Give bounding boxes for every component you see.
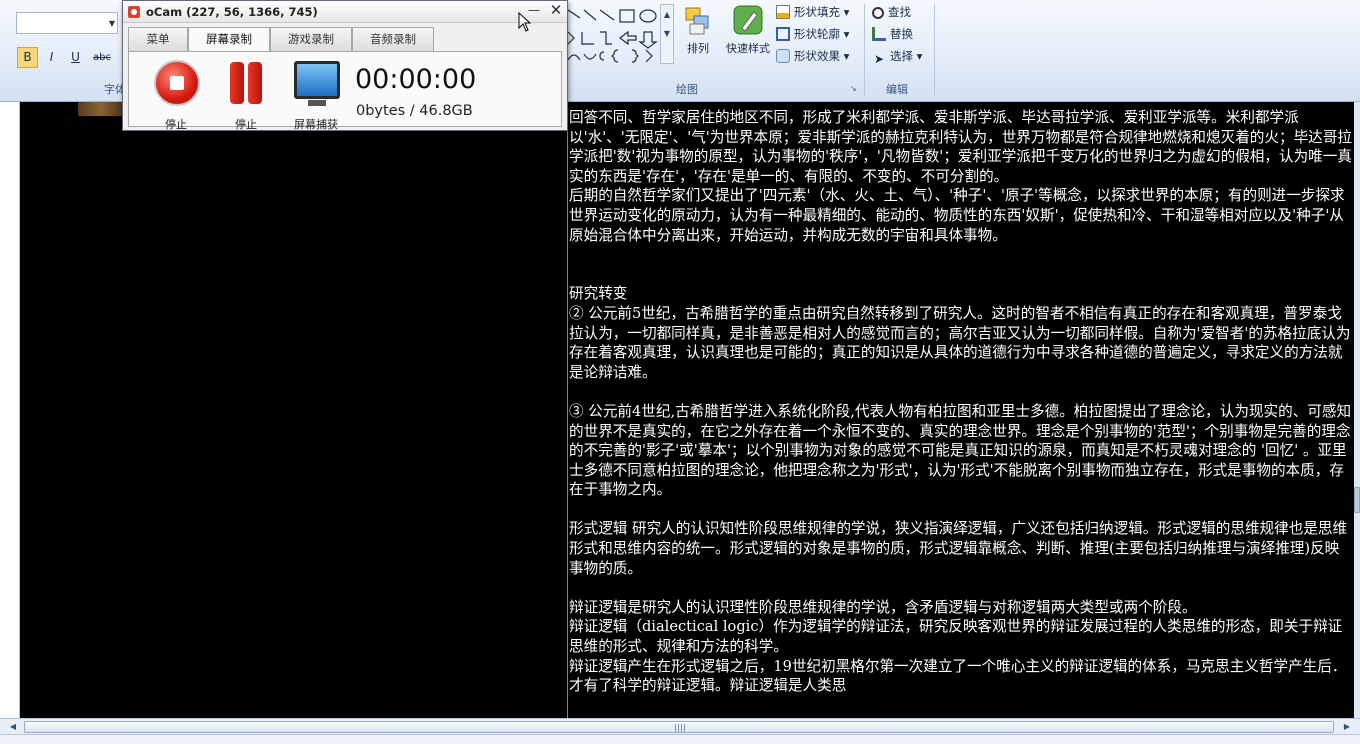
vertical-scroll-thumb[interactable] xyxy=(1354,487,1360,513)
stop-label: 停止 xyxy=(165,118,187,131)
screen-capture-button[interactable]: 屏幕捕获 xyxy=(288,60,344,131)
ocam-panel: 停止 停止 屏幕捕获 00:00:00 0bytes / 46.8GB xyxy=(128,51,562,131)
group-label-draw: 绘图 xyxy=(676,83,698,96)
paragraph xyxy=(569,265,1352,285)
paragraph: 回答不同、哲学家居住的地区不同，形成了米利都学派、爱非斯学派、毕达哥拉学派、爱利… xyxy=(569,109,1352,185)
group-label-edit: 编辑 xyxy=(886,83,908,96)
dialog-launcher-icon[interactable]: ↘ xyxy=(850,84,857,93)
paragraph: ③ 公元前4世纪,古希腊哲学进入系统化阶段,代表人物有柏拉图和亚里士多德。柏拉图… xyxy=(569,402,1352,499)
stop-button[interactable]: 停止 xyxy=(148,60,204,131)
paragraph: 辩证逻辑是研究人的认识理性阶段思维规律的学说，含矛盾逻辑与对称逻辑两大类型或两个… xyxy=(569,598,1197,616)
page-margin xyxy=(0,102,20,718)
tab-screen-record[interactable]: 屏幕录制 xyxy=(188,27,270,52)
arrange-icon xyxy=(682,4,714,36)
quick-styles-icon xyxy=(732,4,764,36)
shape-effects-button[interactable]: 形状效果 ▾ xyxy=(776,48,849,68)
scroll-left-icon[interactable]: ◀ xyxy=(6,721,20,733)
arrange-button[interactable]: 排列 xyxy=(680,4,716,74)
ocam-titlebar[interactable]: oCam (227, 56, 1366, 745) — ✕ xyxy=(123,1,567,23)
paragraph: 辩证逻辑产生在形式逻辑之后，19世纪初黑格尔第一次建立了一个唯心主义的辩证逻辑的… xyxy=(569,657,1347,695)
monitor-stand xyxy=(308,100,326,106)
shape-fill-button[interactable]: 形状填充 ▾ xyxy=(776,4,849,24)
effects-icon xyxy=(776,49,790,63)
text-box[interactable]: 回答不同、哲学家居住的地区不同，形成了米利都学派、爱非斯学派、毕达哥拉学派、爱利… xyxy=(567,102,1354,718)
quick-styles-label: 快速样式 xyxy=(726,42,770,55)
shape-outline-label: 形状轮廓 xyxy=(794,27,840,41)
document-area: 回答不同、哲学家居住的地区不同，形成了米利都学派、爱非斯学派、毕达哥拉学派、爱利… xyxy=(0,102,1360,718)
paragraph: 后期的自然哲学家们又提出了'四元素'（水、火、土、气）、'种子'、'原子'等概念… xyxy=(569,187,1345,244)
shapes-icon xyxy=(567,9,658,63)
replace-label: 替换 xyxy=(890,27,913,41)
pause-button[interactable]: 停止 xyxy=(218,60,274,131)
tab-game-record[interactable]: 游戏录制 xyxy=(270,27,352,51)
select-label: 选择 xyxy=(890,49,913,63)
tab-menu[interactable]: 菜单 xyxy=(128,27,188,51)
horizontal-scroll-thumb[interactable] xyxy=(24,721,1334,733)
grip-icon xyxy=(675,724,685,732)
strikethrough-button[interactable]: abc xyxy=(89,47,115,68)
status-bar xyxy=(0,734,1360,744)
underline-button[interactable]: U xyxy=(65,47,86,68)
capture-label: 屏幕捕获 xyxy=(294,118,338,131)
pointer-icon: ➤ xyxy=(873,52,885,66)
replace-icon xyxy=(872,27,886,41)
paragraph: 辩证逻辑（dialectical logic）作为逻辑学的辩证法，研究反映客观世… xyxy=(569,618,1343,656)
shape-effects-label: 形状效果 xyxy=(794,49,840,63)
paragraph xyxy=(569,382,1352,402)
bold-button[interactable]: B xyxy=(17,47,38,68)
shape-fill-label: 形状填充 xyxy=(794,5,840,19)
arrange-label: 排列 xyxy=(687,42,709,55)
image-thumbnail xyxy=(78,102,124,116)
tab-audio-record[interactable]: 音频录制 xyxy=(352,27,434,51)
close-icon[interactable]: ✕ xyxy=(547,1,565,19)
pause-icon xyxy=(226,62,266,106)
binoculars-icon xyxy=(872,7,884,19)
gallery-scrollbar[interactable]: ▲ ▼ xyxy=(660,4,674,64)
group-separator xyxy=(864,4,865,96)
paragraph xyxy=(569,578,1352,598)
paragraph xyxy=(569,500,1352,520)
pause-label: 停止 xyxy=(235,118,257,131)
monitor-icon xyxy=(294,61,340,99)
stop-icon xyxy=(154,60,200,106)
document-text[interactable]: 回答不同、哲学家居住的地区不同，形成了米利都学派、爱非斯学派、毕达哥拉学派、爱利… xyxy=(568,102,1354,696)
scroll-right-icon[interactable]: ▶ xyxy=(1340,721,1354,733)
record-timer: 00:00:00 xyxy=(355,64,477,95)
pen-icon xyxy=(776,27,790,41)
vertical-scrollbar[interactable] xyxy=(1354,102,1360,718)
select-button[interactable]: ➤ 选择 ▾ xyxy=(872,48,922,68)
find-label: 查找 xyxy=(888,5,911,19)
italic-button[interactable]: I xyxy=(41,47,62,68)
paragraph: 形式逻辑 研究人的认识知性阶段思维规律的学说，狭义指演绎逻辑，广义还包括归纳逻辑… xyxy=(569,520,1348,577)
quick-styles-button[interactable]: 快速样式 xyxy=(720,4,776,74)
paragraph: ② 公元前5世纪，古希腊哲学的重点由研究自然转移到了研究人。这时的智者不相信有真… xyxy=(569,304,1351,381)
paragraph: 研究转变 xyxy=(569,285,628,303)
font-name-combo[interactable]: ▼ xyxy=(16,12,118,34)
replace-button[interactable]: 替换 xyxy=(872,26,913,46)
black-panel xyxy=(20,102,567,718)
ocam-window[interactable]: oCam (227, 56, 1366, 745) — ✕ 菜单 屏幕录制 游戏… xyxy=(122,0,568,131)
group-separator xyxy=(934,4,935,96)
file-size: 0bytes / 46.8GB xyxy=(356,103,473,119)
ocam-logo-icon xyxy=(128,6,140,18)
mouse-cursor-icon xyxy=(518,12,532,32)
horizontal-scrollbar[interactable]: ◀ ▶ xyxy=(0,718,1360,734)
shape-outline-button[interactable]: 形状轮廓 ▾ xyxy=(776,26,849,46)
paragraph xyxy=(569,245,1352,265)
chevron-down-icon[interactable]: ▼ xyxy=(109,19,115,28)
ocam-title: oCam (227, 56, 1366, 745) xyxy=(146,5,318,19)
find-button[interactable]: 查找 xyxy=(872,4,911,24)
paint-bucket-icon xyxy=(776,5,790,19)
